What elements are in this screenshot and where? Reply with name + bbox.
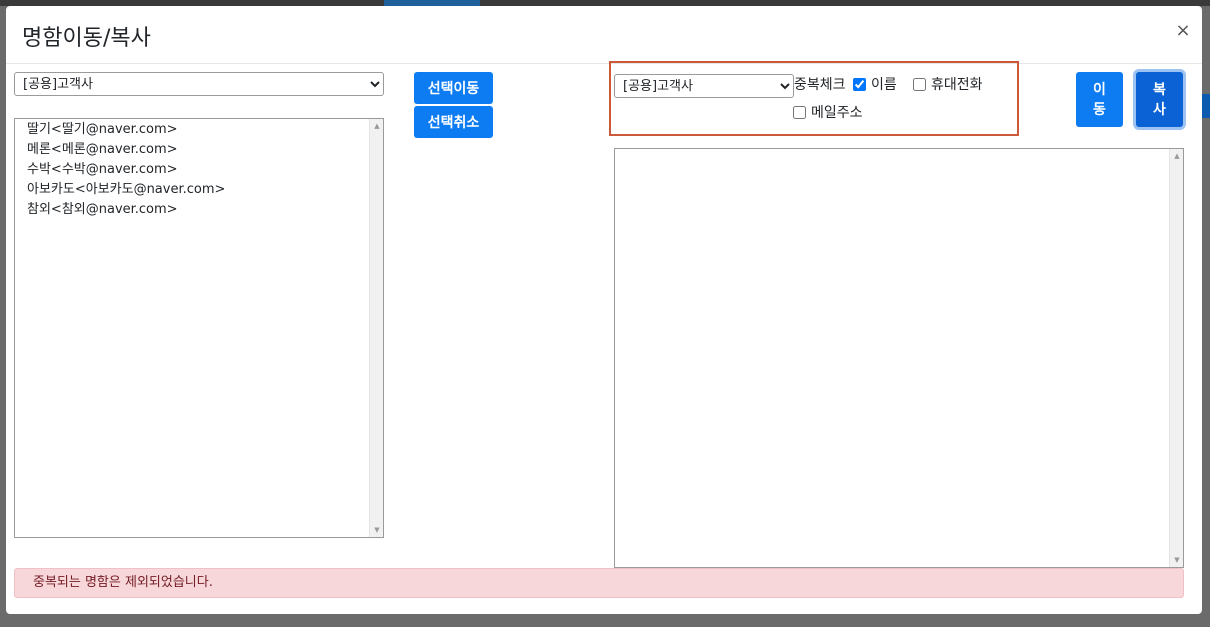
source-group-select[interactable]: [공용]고객사 (14, 72, 384, 96)
list-item[interactable]: 참외<참외@naver.com> (15, 200, 383, 220)
scroll-up-icon[interactable]: ▲ (370, 119, 384, 133)
copy-button[interactable]: 복 사 (1136, 72, 1183, 127)
move-button-label-2: 동 (1093, 101, 1106, 118)
source-card-list[interactable]: 딸기<딸기@naver.com> 메론<메론@naver.com> 수박<수박@na… (14, 118, 384, 538)
move-button-label-1: 이 (1093, 81, 1106, 98)
modal-title: 명함이동/복사 (22, 26, 151, 51)
dup-check-phone-option[interactable]: 휴대전화 (913, 74, 983, 94)
dup-check-email-checkbox[interactable] (793, 105, 806, 119)
copy-button-label-2: 사 (1153, 101, 1166, 118)
source-list-scrollbar[interactable]: ▲ ▼ (369, 119, 383, 537)
move-selected-button[interactable]: 선택이동 (414, 72, 493, 104)
dup-check-phone-checkbox[interactable] (913, 77, 926, 91)
dup-check-highlight-box (609, 61, 1019, 136)
list-item[interactable]: 딸기<딸기@naver.com> (15, 120, 383, 140)
dup-check-name-checkbox[interactable] (853, 77, 866, 91)
copy-button-label-1: 복 (1153, 81, 1166, 98)
dup-check-name-label: 이름 (871, 77, 897, 93)
move-button[interactable]: 이 동 (1076, 72, 1123, 127)
list-item[interactable]: 메론<메론@naver.com> (15, 140, 383, 160)
scroll-up-icon[interactable]: ▲ (1170, 149, 1184, 163)
target-list-scrollbar[interactable]: ▲ ▼ (1169, 149, 1183, 567)
dup-check-label: 중복체크 (794, 77, 846, 93)
dup-check-phone-label: 휴대전화 (931, 77, 983, 93)
scroll-down-icon[interactable]: ▼ (1170, 553, 1184, 567)
target-group-select[interactable]: [공용]고객사 (614, 74, 794, 98)
dup-check-email-label: 메일주소 (811, 105, 863, 121)
scroll-down-icon[interactable]: ▼ (370, 523, 384, 537)
dup-check-name-option[interactable]: 이름 (853, 74, 897, 94)
close-icon[interactable]: × (1172, 20, 1194, 42)
duplicate-excluded-alert: 중복되는 명함은 제외되었습니다. (14, 568, 1184, 598)
target-card-list[interactable]: ▲ ▼ (614, 148, 1184, 568)
cancel-selected-button[interactable]: 선택취소 (414, 106, 493, 138)
modal-header: 명함이동/복사 × (6, 6, 1202, 64)
list-item[interactable]: 아보카도<아보카도@naver.com> (15, 180, 383, 200)
dup-check-email-option[interactable]: 메일주소 (793, 102, 863, 122)
background-button-edge (1202, 94, 1210, 118)
list-item[interactable]: 수박<수박@naver.com> (15, 160, 383, 180)
